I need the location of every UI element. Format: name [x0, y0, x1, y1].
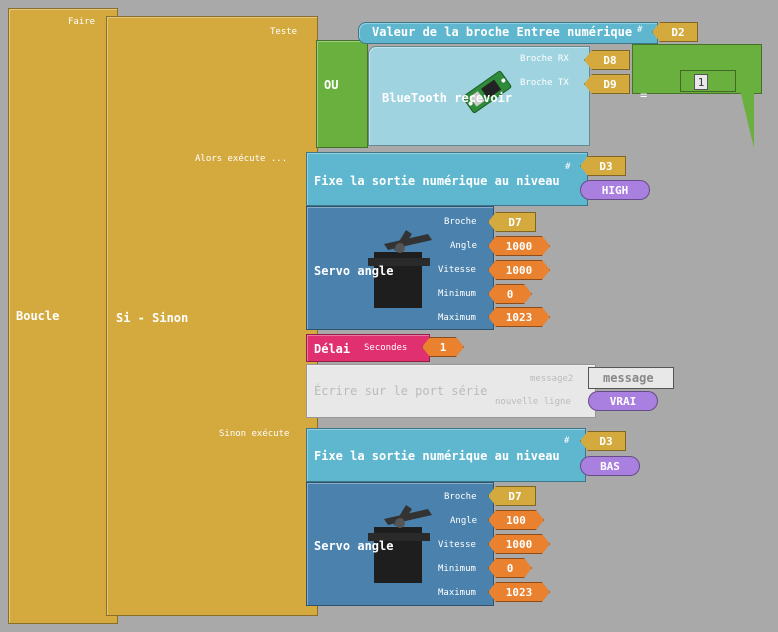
compare-value[interactable]: 1 [694, 74, 708, 90]
or-block[interactable] [316, 40, 368, 148]
serial-nl-label: nouvelle ligne [495, 397, 571, 407]
loop-title: Boucle [16, 309, 60, 323]
delay-sec-label: Secondes [364, 343, 408, 353]
then-servo-angle[interactable]: 1000 [488, 236, 550, 256]
bluetooth-tx-label: Broche TX [520, 78, 569, 88]
loop-faire-label: Faire [68, 17, 96, 27]
else-servo-vitesse-label: Vitesse [438, 540, 476, 550]
digital-read-hash: # [637, 25, 643, 35]
digital-read-label: Valeur de la broche Entree numérique [372, 25, 633, 39]
else-digital-write-hash: # [564, 436, 570, 446]
bluetooth-rx-pin[interactable]: D8 [584, 50, 630, 70]
compare-op: = [640, 88, 648, 102]
then-digital-write-pin[interactable]: D3 [580, 156, 626, 176]
then-servo-vitesse-label: Vitesse [438, 265, 476, 275]
then-servo-max-label: Maximum [438, 313, 476, 323]
bluetooth-label: BlueTooth recevoir [382, 91, 513, 105]
then-servo-max[interactable]: 1023 [488, 307, 550, 327]
then-digital-write-label: Fixe la sortie numérique au niveau [314, 174, 560, 188]
then-digital-write-hash: # [565, 162, 571, 172]
ifelse-title: Si - Sinon [116, 311, 189, 325]
delay-value[interactable]: 1 [422, 337, 464, 357]
then-servo-broche-label: Broche [444, 217, 477, 227]
else-servo-vitesse[interactable]: 1000 [488, 534, 550, 554]
else-servo-label: Servo angle [314, 539, 394, 553]
serial-label: Écrire sur le port série [314, 384, 488, 398]
digital-read-pin[interactable]: D2 [652, 22, 698, 42]
else-digital-write-label: Fixe la sortie numérique au niveau [314, 449, 560, 463]
else-servo-angle[interactable]: 100 [488, 510, 544, 530]
ifelse-alors-label: Alors exécute ... [195, 154, 288, 164]
ifelse-sinon-label: Sinon exécute [219, 429, 290, 439]
then-servo-angle-label: Angle [450, 241, 478, 251]
then-servo-min-label: Minimum [438, 289, 476, 299]
bluetooth-rx-label: Broche RX [520, 54, 569, 64]
else-servo-max-label: Maximum [438, 588, 476, 598]
then-servo-vitesse[interactable]: 1000 [488, 260, 550, 280]
then-servo-broche[interactable]: D7 [488, 212, 536, 232]
serial-nl-value[interactable]: VRAI [588, 391, 658, 411]
else-servo-broche[interactable]: D7 [488, 486, 536, 506]
else-servo-broche-label: Broche [444, 492, 477, 502]
else-servo-min[interactable]: 0 [488, 558, 532, 578]
then-servo-label: Servo angle [314, 264, 394, 278]
else-servo-max[interactable]: 1023 [488, 582, 550, 602]
compare-block-tail [740, 90, 754, 148]
compare-value-field[interactable] [680, 70, 736, 92]
else-servo-angle-label: Angle [450, 516, 478, 526]
or-label: OU [324, 78, 339, 92]
else-servo-min-label: Minimum [438, 564, 476, 574]
bluetooth-tx-pin[interactable]: D9 [584, 74, 630, 94]
then-servo-min[interactable]: 0 [488, 284, 532, 304]
else-digital-write-level[interactable]: BAS [580, 456, 640, 476]
delay-label: Délai [314, 342, 351, 356]
ifelse-teste-label: Teste [270, 27, 298, 37]
serial-msg-label: message2 [530, 374, 574, 384]
else-digital-write-pin[interactable]: D3 [580, 431, 626, 451]
serial-msg-value[interactable]: message [588, 367, 674, 389]
then-digital-write-level[interactable]: HIGH [580, 180, 650, 200]
